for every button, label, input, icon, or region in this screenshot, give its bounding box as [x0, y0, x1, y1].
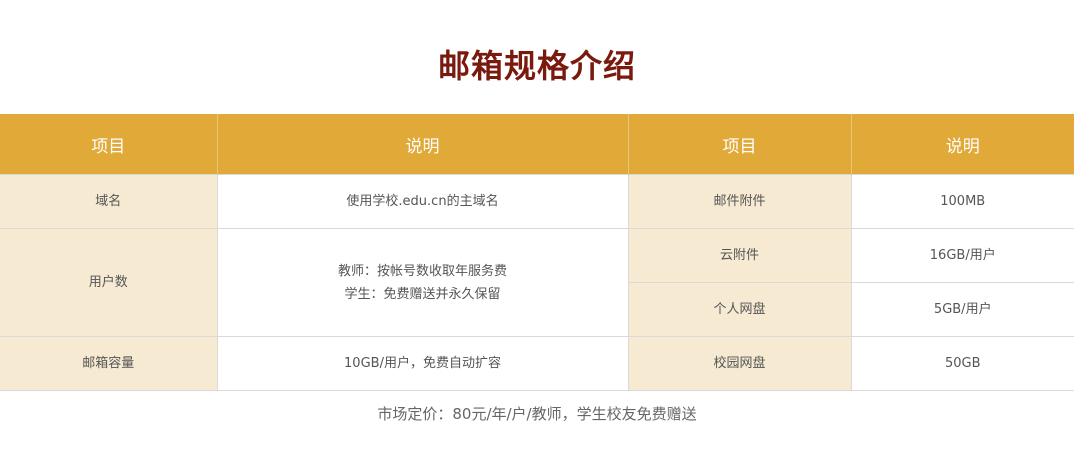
- table-row: 邮箱容量 10GB/用户，免费自动扩容 校园网盘 50GB: [0, 336, 1074, 391]
- page-title: 邮箱规格介绍: [437, 47, 636, 85]
- table-row: 域名 使用学校.edu.cn的主域名 邮件附件 100MB: [0, 174, 1074, 229]
- header-desc-right: 说明: [850, 114, 1074, 175]
- row-value-users: 教师：按帐号数收取年服务费 学生：免费赠送并永久保留: [216, 228, 629, 337]
- header-item-left: 项目: [0, 114, 217, 175]
- row-label-campus-disk: 校园网盘: [627, 336, 852, 391]
- header-item-right: 项目: [627, 114, 851, 175]
- row-label-domain: 域名: [0, 174, 218, 229]
- users-student-line: 学生：免费赠送并永久保留: [344, 286, 501, 302]
- row-label-cloud-attachment: 云附件: [627, 228, 852, 283]
- row-value-campus-disk: 50GB: [850, 336, 1074, 391]
- row-label-attachment: 邮件附件: [627, 174, 852, 229]
- row-value-attachment: 100MB: [850, 174, 1074, 229]
- table-row: 用户数 教师：按帐号数收取年服务费 学生：免费赠送并永久保留 云附件 16GB/…: [0, 228, 1074, 337]
- row-label-capacity: 邮箱容量: [0, 336, 218, 391]
- row-value-domain: 使用学校.edu.cn的主域名: [216, 174, 629, 229]
- spec-table: 项目 说明 项目 说明 域名 使用学校.edu.cn的主域名 邮件附件 100M…: [0, 114, 1074, 391]
- header-desc-left: 说明: [216, 114, 628, 175]
- row-value-personal-disk: 5GB/用户: [850, 282, 1074, 337]
- row-value-cloud-attachment: 16GB/用户: [850, 228, 1074, 283]
- row-label-personal-disk: 个人网盘: [628, 282, 852, 337]
- pricing-note: 市场定价：80元/年/户/教师，学生校友免费赠送: [377, 405, 697, 423]
- row-label-users: 用户数: [0, 228, 218, 337]
- users-teacher-line: 教师：按帐号数收取年服务费: [337, 263, 507, 279]
- row-value-capacity: 10GB/用户，免费自动扩容: [216, 336, 629, 391]
- table-header-row: 项目 说明 项目 说明: [0, 114, 1074, 175]
